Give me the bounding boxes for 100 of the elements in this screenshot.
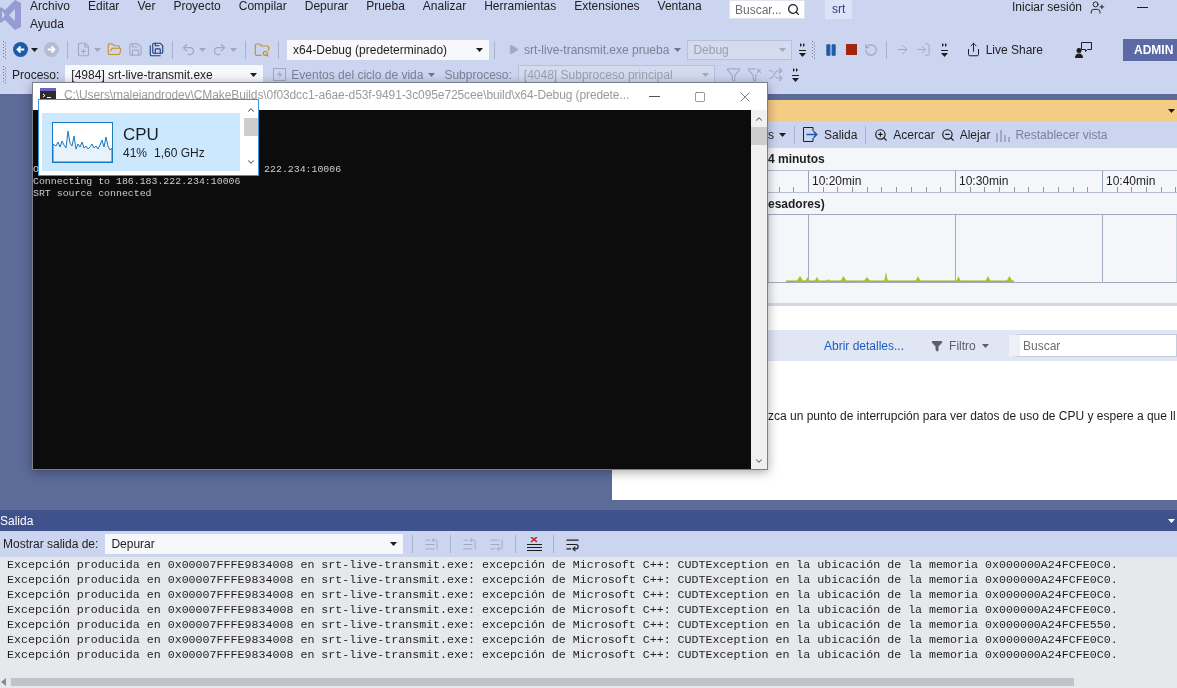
process-label: Proceso: (12, 67, 60, 82)
menu-item[interactable]: Ayuda (21, 15, 73, 33)
thread-label: Subproceso: (444, 67, 512, 82)
lightning-box-icon (273, 68, 287, 81)
list-arrow-icon (462, 536, 478, 552)
cpu-sparkline (52, 121, 113, 163)
output-line: Excepción producida en 0x00007FFFE9834008 en srt-live-transmit.exe: excepción de Microsoft C++: CUDTException en la ubicación de la memoria 0x000000A24FCFE0C0. (7, 632, 1118, 647)
open-details-link[interactable]: Abrir detalles... (824, 338, 905, 353)
cpu-label: CPU (123, 124, 160, 144)
filter-dropdown[interactable]: Filtro (928, 334, 992, 357)
configuration-dropdown[interactable]: x64-Debug (predeterminado) (287, 39, 489, 60)
show-output-label: Mostrar salida de: (3, 537, 99, 551)
list-arrow-icon (489, 536, 505, 552)
caret-icon (981, 343, 989, 348)
arrow-left-icon (13, 42, 28, 57)
scrollbar-thumb[interactable] (751, 127, 767, 145)
hint-message: zca un punto de interrupción para ver datos de uso de CPU y espere a que ll (768, 409, 1176, 424)
pause-icon (824, 42, 839, 57)
caret-icon (250, 72, 258, 77)
menu-item[interactable]: Ver (128, 0, 165, 15)
console-output-line: O (33, 164, 39, 176)
caret-icon (428, 72, 436, 77)
grip-icon (3, 65, 6, 84)
arrow-right-icon (895, 42, 911, 57)
caret-icon (31, 47, 38, 52)
play-icon (508, 44, 519, 55)
menu-item[interactable]: Analizar (413, 0, 476, 15)
horizontal-scrollbar[interactable] (0, 676, 1177, 688)
zoom-in-button[interactable]: Acercar (871, 123, 938, 146)
search-field[interactable]: Buscar... (729, 0, 805, 19)
maximize-icon (693, 90, 706, 103)
zoom-out-icon (940, 127, 955, 142)
console-output-line: Connecting to 186.183.222.234:10006 (33, 176, 241, 188)
caret-icon (94, 47, 101, 52)
output-line: Excepción producida en 0x00007FFFE9834008 en srt-live-transmit.exe: excepción de Microsoft C++: CUDTException en la ubicación de la memoria 0x000000A24FCFE550. (7, 617, 1118, 632)
bar-chart-icon (996, 127, 1011, 142)
caret-icon (779, 132, 786, 137)
caret-icon (199, 47, 206, 52)
wrap-text-icon (565, 536, 581, 552)
search-icon (787, 3, 800, 16)
stop-square-icon (845, 44, 857, 55)
zoom-in-icon (874, 127, 889, 142)
folder-icon (107, 42, 122, 57)
logo-icon (0, 0, 21, 30)
file-plus-icon (76, 42, 91, 57)
sign-in-link[interactable]: Iniciar sesión (1011, 0, 1082, 14)
process-dropdown[interactable]: [4984] srt-live-transmit.exe (65, 64, 264, 85)
caret-icon (1168, 518, 1175, 523)
menu-item[interactable]: Proyecto (164, 0, 230, 15)
select-tools-dropdown[interactable]: s (765, 123, 789, 146)
account-button[interactable]: ADMIN (1123, 38, 1177, 61)
overflow-icon (792, 67, 800, 82)
output-line: Excepción producida en 0x00007FFFE9834008 en srt-live-transmit.exe: excepción de Microsoft C++: CUDTException en la ubicación de la memoria 0x000000A24FCFE0C0. (7, 602, 1118, 617)
cpu-list-item[interactable]: CPU 41% 1,60 GHz (42, 113, 240, 171)
menu-item[interactable]: Compilar (229, 0, 296, 15)
timeline-label: 10:30min (959, 174, 1009, 188)
left-arrow-icon (1, 678, 6, 686)
caret-icon (1168, 108, 1175, 113)
solution-name: srt (825, 0, 853, 19)
menu-item[interactable]: Depurar (295, 0, 358, 15)
chart-title: esadores) (768, 196, 825, 211)
arrow-right-icon (44, 42, 59, 57)
cpu-speed-text: 1,60 GHz (154, 145, 205, 160)
grip-icon (812, 40, 816, 59)
console-output-line: 222.234:10006 (264, 164, 342, 176)
overflow-icon (798, 42, 806, 57)
session-duration-text: 4 minutos (768, 152, 825, 166)
list-x-icon (527, 537, 543, 551)
menu-item[interactable]: Prueba (357, 0, 414, 15)
share-icon (965, 42, 981, 57)
timeline-label: 10:40min (1106, 174, 1156, 188)
scrollbar-thumb[interactable] (11, 678, 1074, 686)
funnel-icon (931, 339, 944, 352)
menu-item[interactable]: Archivo (21, 0, 79, 15)
vertical-scrollbar[interactable] (751, 110, 767, 469)
window-title: C:\Users\malejandrodev\CMakeBuilds\0f03dcc1-a6ae-d53f-9491-3c095e725cee\build\x64-Debug (predete... (64, 88, 630, 102)
timeline-label: 10:20min (812, 174, 862, 188)
redo-icon (212, 42, 227, 57)
restart-icon (864, 42, 879, 57)
output-source-dropdown[interactable]: Depurar (105, 534, 404, 554)
live-share-button[interactable]: Live Share (962, 38, 1046, 61)
filter-label: Filtro (949, 338, 976, 353)
caret-icon (476, 47, 483, 52)
menu-item[interactable]: Ventana (648, 0, 711, 15)
funnel-x-icon (746, 67, 762, 82)
person-bubble-icon (1075, 41, 1092, 58)
box-arrow-icon (803, 127, 819, 142)
cpu-usage-text: 41% (123, 145, 148, 160)
scrollbar-thumb[interactable] (243, 118, 258, 136)
menu-item[interactable]: Extensiones (565, 0, 649, 15)
caret-icon (779, 47, 787, 52)
menu-item[interactable]: Herramientas (475, 0, 566, 15)
funnel-icon (725, 67, 741, 82)
output-button[interactable]: Salida (800, 123, 861, 146)
caret-icon (390, 542, 398, 546)
overflow-icon (940, 42, 948, 57)
menu-item[interactable]: Editar (79, 0, 129, 15)
zoom-out-button[interactable]: Alejar (937, 123, 994, 146)
person-add-icon (1090, 0, 1105, 15)
search-field[interactable]: Buscar (1009, 334, 1177, 357)
